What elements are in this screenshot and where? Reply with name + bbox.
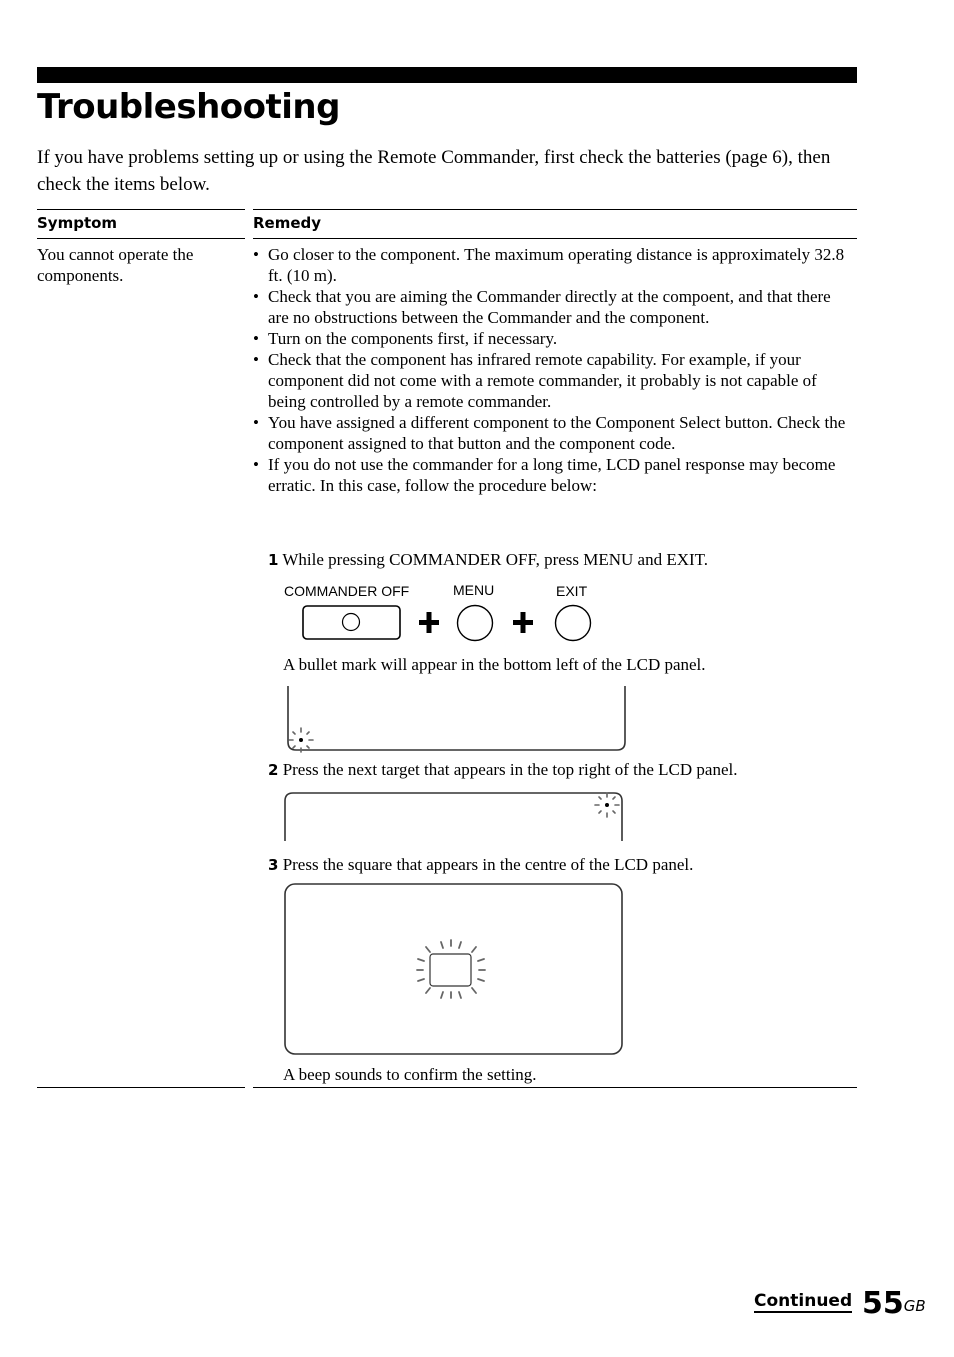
button-combination-diagram [302, 604, 592, 642]
page-number-value: 55 [862, 1286, 904, 1321]
menu-label: MENU [453, 582, 495, 598]
target-icon [288, 727, 314, 753]
page-title: Troubleshooting [37, 87, 340, 127]
bullet-icon: • [253, 329, 259, 348]
page-number: 55GB [862, 1286, 926, 1322]
remedy-text: Go closer to the component. The maximum … [268, 245, 845, 285]
exit-button-icon [554, 604, 592, 642]
remedy-list: • Go closer to the component. The maximum… [253, 244, 853, 496]
remedy-text: Check that the component has infrared re… [268, 350, 817, 411]
remedy-text: Check that you are aiming the Commander … [268, 287, 831, 327]
lcd-panel-centre-square [284, 883, 623, 1055]
lcd-panel-top-right-target [284, 792, 623, 841]
header-remedy: Remedy [253, 214, 322, 232]
remedy-item: • Go closer to the component. The maximum… [253, 244, 853, 286]
remedy-text: If you do not use the commander for a lo… [268, 455, 836, 495]
remedy-item: • You have assigned a different component… [253, 412, 853, 454]
bullet-icon: • [253, 413, 259, 432]
step-number: 2 [268, 761, 279, 779]
remedy-item: • Turn on the components first, if necess… [253, 328, 853, 349]
step-text: While pressing COMMANDER OFF, press MENU… [282, 550, 709, 569]
bullet-icon: • [253, 455, 259, 474]
table-bottom-rule-remedy [253, 1087, 857, 1088]
bullet-icon: • [253, 287, 259, 306]
remedy-item: • Check that the component has infrared r… [253, 349, 853, 412]
menu-button-icon [456, 604, 494, 642]
step-3: 3 Press the square that appears in the c… [268, 854, 693, 876]
step-number: 1 [268, 551, 279, 569]
step-text: Press the next target that appears in th… [282, 760, 738, 779]
step-2: 2 Press the next target that appears in … [268, 759, 737, 781]
target-icon [594, 792, 620, 818]
step-3-note: A beep sounds to confirm the setting. [283, 1065, 537, 1084]
remedy-text: You have assigned a different component … [268, 413, 846, 453]
table-bottom-rule-symptom [37, 1087, 245, 1088]
header-symptom: Symptom [37, 214, 118, 232]
plus-icon [513, 612, 533, 633]
table-top-rule-symptom [37, 209, 245, 210]
intro-paragraph: If you have problems setting up or using… [37, 147, 831, 195]
bullet-icon: • [253, 350, 259, 369]
remedy-item: • Check that you are aiming the Commander… [253, 286, 853, 328]
header-rule-symptom [37, 238, 245, 239]
step-number: 3 [268, 856, 279, 874]
centre-square-target-icon [416, 939, 486, 999]
remedy-text: Turn on the components first, if necessa… [268, 329, 558, 348]
exit-label: EXIT [556, 583, 588, 599]
header-rule-remedy [253, 238, 857, 239]
symptom-cell: You cannot operate the components. [37, 245, 194, 285]
table-top-rule-remedy [253, 209, 857, 210]
title-bar-decoration [37, 67, 857, 83]
step-1-note: A bullet mark will appear in the bottom … [283, 655, 706, 674]
continued-label: Continued [754, 1291, 853, 1313]
plus-icon [419, 612, 439, 633]
commander-off-label: COMMANDER OFF [284, 583, 410, 599]
bullet-icon: • [253, 245, 259, 264]
commander-off-button-icon [302, 605, 401, 640]
lcd-panel-bottom-left-target [287, 686, 626, 753]
step-text: Press the square that appears in the cen… [282, 855, 694, 874]
remedy-item: • If you do not use the commander for a l… [253, 454, 853, 496]
page-suffix: GB [903, 1297, 926, 1315]
step-1: 1 While pressing COMMANDER OFF, press ME… [268, 549, 708, 571]
